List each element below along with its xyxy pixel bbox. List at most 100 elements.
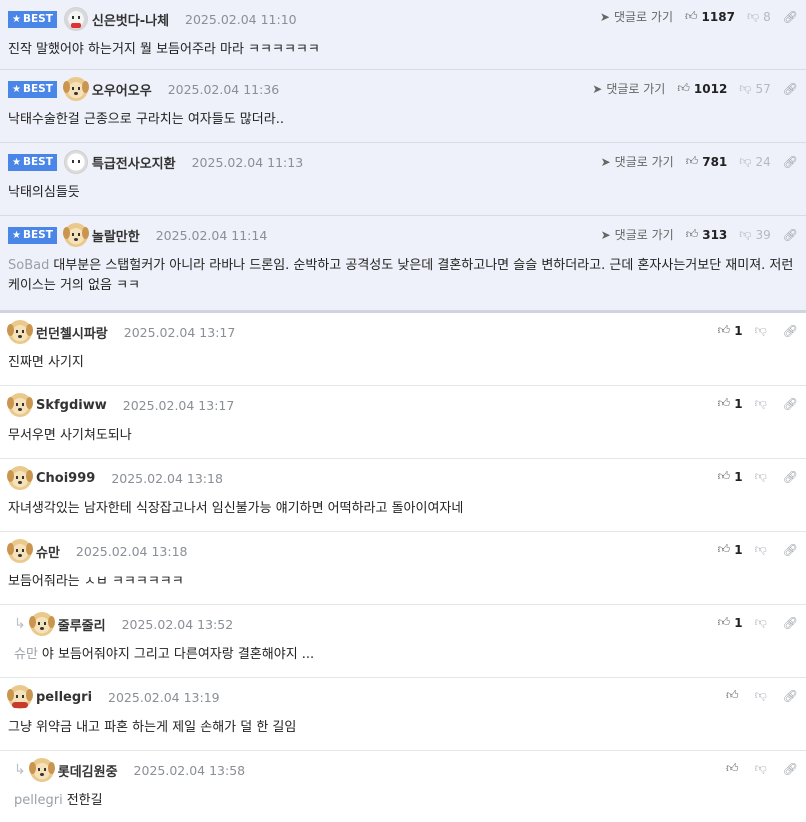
- link-button[interactable]: 🔗︎: [783, 82, 798, 96]
- upvote-button[interactable]: 👍︎: [726, 688, 743, 703]
- comment-text: 슈만 야 보듬어줘야지 그리고 다른여자랑 결혼해야지 ...: [14, 647, 315, 662]
- link-button[interactable]: 🔗︎: [783, 470, 798, 484]
- nickname[interactable]: 런던첼시파랑: [36, 323, 108, 342]
- thumbs-up-icon: 👍︎: [717, 542, 731, 556]
- link-icon: 🔗︎: [782, 227, 798, 242]
- comment-text: 진작 말했어야 하는거지 뭘 보듬어주라 마라 ㅋㅋㅋㅋㅋㅋ: [8, 42, 320, 57]
- thumbs-down-icon: 👎︎: [754, 615, 767, 629]
- upvote-button[interactable]: 👍︎ 1187: [685, 9, 735, 24]
- link-icon: 🔗︎: [782, 615, 798, 630]
- nickname[interactable]: 롯데김원중: [58, 761, 118, 780]
- nickname[interactable]: 신은벗다-나체: [92, 10, 169, 29]
- upvote-button[interactable]: 👍︎: [726, 761, 743, 776]
- comment-text: 그냥 위약금 내고 파혼 하는게 제일 손해가 덜 한 길임: [8, 720, 297, 735]
- downvote-button[interactable]: 👎︎: [755, 396, 771, 411]
- upvote-button[interactable]: 👍︎ 1: [718, 396, 743, 411]
- link-button[interactable]: 🔗︎: [783, 543, 798, 557]
- downvote-button[interactable]: 👎︎: [755, 323, 771, 338]
- nickname[interactable]: 슈만: [36, 542, 60, 561]
- thumbs-down-icon: 👎︎: [754, 396, 767, 410]
- avatar[interactable]: [62, 77, 89, 101]
- link-icon: 🔗︎: [782, 688, 798, 703]
- link-icon: 🔗︎: [782, 81, 798, 96]
- link-button[interactable]: 🔗︎: [783, 324, 798, 338]
- upvote-button[interactable]: 👍︎ 1: [718, 542, 743, 557]
- comment-item: Skfgdiww 2025.02.04 13:17 👍︎ 1 👎︎ 🔗︎ 무서우면…: [0, 386, 806, 459]
- link-button[interactable]: 🔗︎: [783, 689, 798, 703]
- comment-date: 2025.02.04 13:17: [123, 324, 236, 340]
- avatar[interactable]: [7, 466, 33, 490]
- avatar[interactable]: [7, 320, 33, 344]
- avatar[interactable]: [63, 7, 88, 31]
- comment-date: 2025.02.04 13:18: [111, 470, 223, 486]
- reply-link[interactable]: ➤ 댓글로 가기: [601, 226, 674, 243]
- downvote-button[interactable]: 👎︎ 24: [739, 154, 770, 169]
- reply-target[interactable]: SoBad: [8, 258, 49, 273]
- downvote-button[interactable]: 👎︎: [755, 469, 771, 484]
- upvote-button[interactable]: 👍︎ 313: [686, 227, 728, 242]
- avatar[interactable]: [63, 150, 88, 174]
- downvote-button[interactable]: 👎︎: [755, 542, 771, 557]
- upvote-button[interactable]: 👍︎ 1012: [677, 81, 727, 96]
- nickname[interactable]: 줄루줄리: [58, 615, 106, 634]
- link-button[interactable]: 🔗︎: [783, 616, 798, 630]
- thumbs-up-icon: 👍︎: [717, 323, 731, 337]
- nickname[interactable]: pellegri: [36, 690, 92, 705]
- comment-text: SoBad 대부분은 스탭헐커가 아니라 라바나 드론임. 순박하고 공격성도 낮…: [8, 258, 794, 293]
- thumbs-down-icon: 👎︎: [739, 227, 752, 241]
- best-badge: ★ BEST: [8, 80, 57, 98]
- downvote-button[interactable]: 👎︎: [755, 688, 771, 703]
- reply-target[interactable]: pellegri: [14, 793, 63, 808]
- downvote-button[interactable]: 👎︎: [755, 761, 771, 776]
- downvote-button[interactable]: 👎︎ 8: [747, 9, 771, 24]
- thumbs-down-icon: 👎︎: [754, 323, 767, 337]
- best-badge: ★ BEST: [8, 153, 57, 171]
- comment-date: 2025.02.04 13:19: [108, 689, 220, 705]
- downvote-button[interactable]: 👎︎ 57: [739, 81, 770, 96]
- link-icon: 🔗︎: [782, 323, 798, 338]
- link-button[interactable]: 🔗︎: [783, 762, 798, 776]
- downvote-button[interactable]: 👎︎ 39: [739, 227, 770, 242]
- reply-link[interactable]: ➤ 댓글로 가기: [601, 153, 674, 170]
- upvote-button[interactable]: 👍︎ 1: [718, 469, 743, 484]
- thumbs-up-icon: 👍︎: [717, 615, 731, 629]
- comment-item: pellegri 2025.02.04 13:19 👍︎ 👎︎ 🔗︎ 그냥 위약…: [0, 678, 806, 751]
- avatar[interactable]: [28, 612, 55, 636]
- upvote-button[interactable]: 👍︎ 1: [718, 323, 743, 338]
- reply-item: ↳ 롯데김원중 2025.02.04 13:58 👍︎ 👎︎ 🔗︎ pelleg…: [0, 751, 806, 822]
- avatar[interactable]: [62, 223, 89, 247]
- nickname[interactable]: 놀랄만한: [92, 226, 140, 245]
- nickname[interactable]: Choi999: [36, 471, 95, 486]
- comment-date: 2025.02.04 13:18: [75, 543, 188, 559]
- reply-target[interactable]: 슈만: [14, 647, 38, 662]
- comment-date: 2025.02.04 11:10: [185, 11, 297, 27]
- reply-arrow-icon: ↳: [14, 616, 26, 632]
- reply-link[interactable]: ➤ 댓글로 가기: [600, 8, 673, 25]
- comment-text: 자녀생각있는 남자한테 식장잡고나서 임신불가능 얘기하면 어떡하라고 돌아이여…: [8, 501, 464, 516]
- nickname[interactable]: 특급전사오지환: [92, 153, 176, 172]
- thumbs-up-icon: 👍︎: [684, 9, 698, 23]
- link-button[interactable]: 🔗︎: [783, 155, 798, 169]
- comment-item: ★ BEST 신은벗다-나체 2025.02.04 11:10 ➤ 댓글로 가기 👍…: [0, 0, 806, 70]
- downvote-button[interactable]: 👎︎: [755, 615, 771, 630]
- link-icon: 🔗︎: [782, 154, 798, 169]
- upvote-button[interactable]: 👍︎ 781: [686, 154, 728, 169]
- avatar[interactable]: [7, 539, 33, 563]
- star-icon: ★: [12, 83, 21, 95]
- avatar[interactable]: [7, 685, 33, 709]
- link-icon: 🔗︎: [782, 396, 798, 411]
- nickname[interactable]: Skfgdiww: [36, 398, 107, 413]
- avatar[interactable]: [7, 393, 33, 417]
- comment-item: ★ BEST 오우어오우 2025.02.04 11:36 ➤ 댓글로 가기 👍︎ 1…: [0, 70, 806, 143]
- link-button[interactable]: 🔗︎: [783, 10, 798, 24]
- link-button[interactable]: 🔗︎: [783, 228, 798, 242]
- upvote-button[interactable]: 👍︎ 1: [718, 615, 743, 630]
- link-button[interactable]: 🔗︎: [783, 397, 798, 411]
- comment-date: 2025.02.04 13:58: [133, 762, 246, 778]
- avatar[interactable]: [28, 758, 55, 782]
- thumbs-up-icon: 👍︎: [717, 396, 731, 410]
- comment-text: pellegri 전한길: [14, 793, 103, 808]
- nickname[interactable]: 오우어오우: [92, 80, 152, 99]
- comment-date: 2025.02.04 11:36: [167, 81, 280, 97]
- reply-link[interactable]: ➤ 댓글로 가기: [592, 80, 665, 97]
